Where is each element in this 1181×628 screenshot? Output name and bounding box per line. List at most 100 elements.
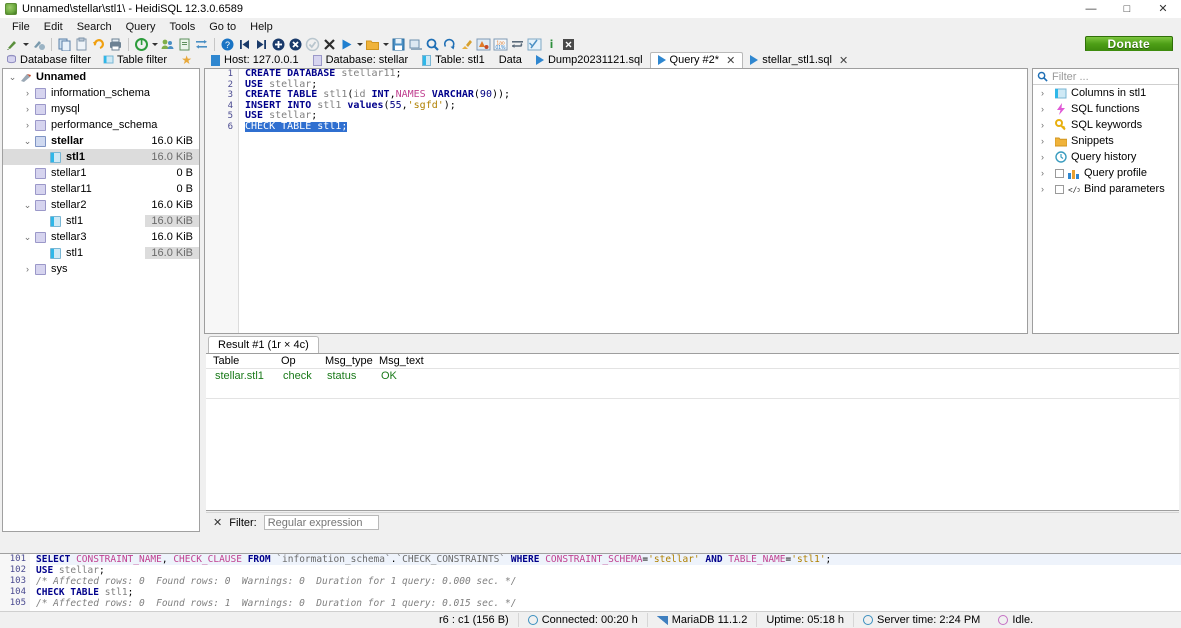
- tab-query-2-[interactable]: Query #2* ✕: [649, 52, 744, 69]
- editor-line[interactable]: INSERT INTO stl1 values(55,'sgfd');: [245, 100, 1027, 112]
- menu-item-query[interactable]: Query: [119, 20, 163, 34]
- open-folder-dropdown-icon[interactable]: [381, 43, 390, 46]
- tree-expander[interactable]: ›: [21, 264, 34, 274]
- tree-expander[interactable]: ⌄: [21, 200, 34, 211]
- donate-button[interactable]: Donate: [1084, 36, 1173, 52]
- helper-item-columns-in-stl1[interactable]: › Columns in stl1: [1033, 85, 1178, 101]
- column-header-table[interactable]: Table: [206, 354, 274, 368]
- tree-item-stellar[interactable]: ⌄ stellar 16.0 KiB: [3, 133, 199, 149]
- status-connected-label: Connected: 00:20 h: [541, 614, 638, 626]
- new-session-dropdown-icon[interactable]: [21, 43, 30, 46]
- tree-item-sys[interactable]: › sys: [3, 261, 199, 277]
- new-tab-button[interactable]: [206, 52, 869, 79]
- cell-msgtext[interactable]: OK: [372, 369, 432, 383]
- tree-item-stellar1[interactable]: stellar1 0 B: [3, 165, 199, 181]
- tree-item-mysql[interactable]: › mysql: [3, 101, 199, 117]
- helper-item-bind-parameters[interactable]: › </> Bind parameters: [1033, 181, 1178, 197]
- tree-item-stl1[interactable]: stl1 16.0 KiB: [3, 213, 199, 229]
- cell-op[interactable]: check: [274, 369, 318, 383]
- tab-stellar-stl1-sql[interactable]: stellar_stl1.sql ✕: [743, 52, 855, 69]
- helper-expander[interactable]: ›: [1041, 184, 1051, 194]
- helper-checkbox[interactable]: [1055, 184, 1064, 194]
- minimize-button[interactable]: —: [1073, 0, 1109, 18]
- helper-expander[interactable]: ›: [1041, 168, 1051, 178]
- tab-table-stl1[interactable]: Table: stl1: [415, 52, 492, 69]
- close-icon[interactable]: ✕: [213, 516, 222, 529]
- tree-item-stl1[interactable]: stl1 16.0 KiB: [3, 149, 199, 165]
- database-filter-icon: [7, 54, 16, 64]
- helper-expander[interactable]: ›: [1041, 136, 1051, 146]
- column-header-msgtext[interactable]: Msg_text: [372, 354, 432, 368]
- table-row[interactable]: stellar.stl1 check status OK: [206, 369, 1179, 383]
- menu-item-goto[interactable]: Go to: [202, 20, 243, 34]
- favorites-star-icon[interactable]: ★: [181, 53, 200, 67]
- tab-data[interactable]: Data: [206, 52, 529, 79]
- menu-item-file[interactable]: File: [5, 20, 37, 34]
- table-filter-tab[interactable]: Table filter: [97, 51, 173, 68]
- column-header-msgtype[interactable]: Msg_type: [318, 354, 373, 368]
- maximize-button[interactable]: □: [1109, 0, 1145, 18]
- refresh-dropdown-icon[interactable]: [150, 43, 159, 46]
- log-line[interactable]: /* Affected rows: 0 Found rows: 0 Warnin…: [36, 576, 1181, 587]
- tree-item-label: stl1: [66, 151, 85, 163]
- cell-table[interactable]: stellar.stl1: [206, 369, 274, 383]
- result-grid[interactable]: Table Op Msg_type Msg_text stellar.stl1 …: [206, 353, 1179, 511]
- tree-item-performance-schema[interactable]: › performance_schema: [3, 117, 199, 133]
- log-line[interactable]: /* Affected rows: 0 Found rows: 1 Warnin…: [36, 598, 1181, 609]
- tree-item-information-schema[interactable]: › information_schema: [3, 85, 199, 101]
- helper-expander[interactable]: ›: [1041, 152, 1051, 162]
- database-tree[interactable]: ⌄ Unnamed › information_schema › mysql › perfor…: [2, 68, 200, 532]
- chart-icon: [1068, 167, 1080, 179]
- editor-line[interactable]: USE stellar;: [245, 110, 1027, 122]
- log-line[interactable]: CHECK TABLE stl1;: [36, 587, 1181, 598]
- execute-dropdown-icon[interactable]: [355, 43, 364, 46]
- database-icon: [34, 263, 47, 276]
- menu-item-search[interactable]: Search: [70, 20, 119, 34]
- tree-expander[interactable]: ›: [21, 120, 34, 130]
- tree-expander[interactable]: ›: [21, 104, 34, 114]
- editor-line[interactable]: CREATE DATABASE stellar11;: [245, 69, 1027, 80]
- sql-log-panel[interactable]: 101 102 103 104 105 SELECT CONSTRAINT_NAME, …: [0, 553, 1181, 611]
- filter-input[interactable]: [263, 515, 379, 530]
- helper-expander[interactable]: ›: [1041, 104, 1051, 114]
- tree-item-stl1[interactable]: stl1 16.0 KiB: [3, 245, 199, 261]
- tree-item-stellar11[interactable]: stellar11 0 B: [3, 181, 199, 197]
- tree-expander[interactable]: ⌄: [21, 136, 34, 147]
- tab-dump20231121-sql[interactable]: Dump20231121.sql: [529, 52, 650, 69]
- tab-close-icon[interactable]: ✕: [726, 54, 735, 67]
- column-header-op[interactable]: Op: [274, 354, 318, 368]
- helper-expander[interactable]: ›: [1041, 88, 1051, 98]
- result-tab[interactable]: Result #1 (1r × 4c): [208, 336, 319, 353]
- helper-filter-row[interactable]: Filter ...: [1033, 69, 1178, 85]
- helper-item-query-history[interactable]: › Query history: [1033, 149, 1178, 165]
- menu-item-help[interactable]: Help: [243, 20, 280, 34]
- close-button[interactable]: ✕: [1145, 0, 1181, 18]
- helper-expander[interactable]: ›: [1041, 120, 1051, 130]
- helper-item-sql-keywords[interactable]: › SQL keywords: [1033, 117, 1178, 133]
- log-lines[interactable]: SELECT CONSTRAINT_NAME, CHECK_CLAUSE FRO…: [36, 554, 1181, 609]
- editor-line[interactable]: CHECK TABLE stl1;: [245, 121, 1027, 132]
- line-number: 6: [227, 121, 233, 132]
- tree-expander[interactable]: ⌄: [21, 232, 34, 243]
- tree-item-stellar3[interactable]: ⌄ stellar3 16.0 KiB: [3, 229, 199, 245]
- tab-close-icon[interactable]: ✕: [839, 54, 848, 67]
- helper-item-sql-functions[interactable]: › SQL functions: [1033, 101, 1178, 117]
- tab-host-127-0-0-1[interactable]: Host: 127.0.0.1: [204, 52, 306, 69]
- log-line[interactable]: SELECT CONSTRAINT_NAME, CHECK_CLAUSE FRO…: [36, 554, 1181, 565]
- tree-item-stellar2[interactable]: ⌄ stellar2 16.0 KiB: [3, 197, 199, 213]
- helper-item-query-profile[interactable]: › Query profile: [1033, 165, 1178, 181]
- tree-expander[interactable]: ›: [21, 88, 34, 98]
- sql-query-editor[interactable]: 123456 CREATE DATABASE stellar11; USE ste…: [204, 68, 1028, 334]
- tree-expander[interactable]: ⌄: [6, 72, 19, 83]
- helper-checkbox[interactable]: [1055, 168, 1064, 178]
- cell-msgtype[interactable]: status: [318, 369, 372, 383]
- database-filter-tab[interactable]: Database filter: [0, 51, 97, 68]
- menu-item-tools[interactable]: Tools: [163, 20, 203, 34]
- log-line[interactable]: USE stellar;: [36, 565, 1181, 576]
- editor-code-area[interactable]: CREATE DATABASE stellar11; USE stellar; CR…: [245, 69, 1027, 132]
- tab-database-stellar[interactable]: Database: stellar: [306, 52, 416, 69]
- log-line-number: 101: [9, 554, 26, 564]
- helper-item-snippets[interactable]: › Snippets: [1033, 133, 1178, 149]
- menu-item-edit[interactable]: Edit: [37, 20, 70, 34]
- tree-item-unnamed[interactable]: ⌄ Unnamed: [3, 69, 199, 85]
